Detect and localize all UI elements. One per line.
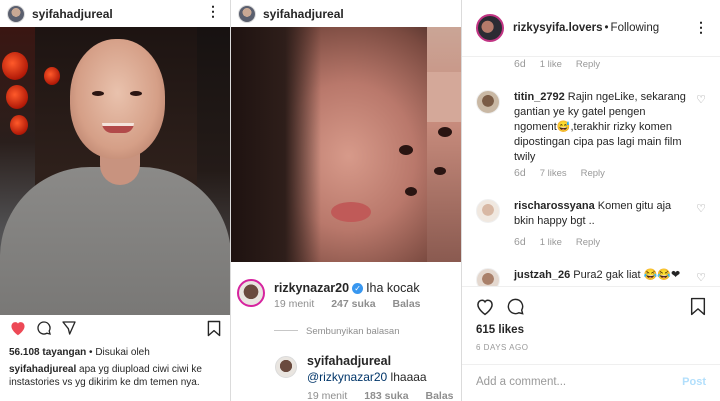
more-icon[interactable]: ⋮ (206, 4, 220, 18)
likes-count[interactable]: 615 likes (476, 324, 524, 336)
photo-face (70, 39, 165, 159)
heart-icon[interactable] (9, 320, 27, 336)
views-count: 56.108 tayangan • Disukai oleh (9, 347, 150, 358)
heart-icon[interactable] (475, 297, 495, 316)
photo-eye (438, 127, 452, 137)
comment-time: 19 menit (274, 298, 315, 310)
comment-text: justzah_26 Pura2 gak liat 😂😂❤ (514, 268, 689, 283)
post-button[interactable]: Post (682, 376, 706, 388)
comment-meta: 19 menit 247 suka Balas (274, 298, 421, 310)
post-header: syifahadjureal (231, 0, 461, 27)
verified-icon: ✓ (352, 283, 364, 294)
photo-eye (92, 91, 104, 96)
photo-eye (434, 167, 446, 175)
photo-strip-right-detail (427, 72, 461, 122)
reply-username[interactable]: syifahadjureal (307, 354, 427, 368)
post-photo[interactable] (231, 27, 461, 262)
comment-age: 6d (514, 58, 526, 70)
post-username[interactable]: syifahadjureal (263, 7, 344, 21)
reply-text: @rizkynazar20 lhaaaa (307, 370, 427, 384)
post-actions (9, 320, 221, 340)
reply-button[interactable]: Reply (576, 59, 600, 70)
comment-username[interactable]: titin_2792 (514, 91, 565, 103)
heart-icon[interactable]: ♡ (696, 93, 706, 106)
post-caption: syifahadjureal apa yg diupload ciwi ciwi… (9, 363, 224, 389)
comment-likes[interactable]: 247 suka (331, 298, 375, 310)
avatar[interactable] (275, 356, 297, 378)
flower-decoration (6, 85, 28, 109)
separator: • (604, 22, 609, 34)
more-icon[interactable]: ⋮ (694, 19, 708, 36)
post-username[interactable]: rizkysyifa.lovers (513, 22, 603, 34)
comment-username[interactable]: rischarossyana (514, 200, 595, 212)
heart-icon[interactable]: ♡ (696, 202, 706, 215)
hide-replies-button[interactable]: Sembunyikan balasan (274, 326, 399, 337)
post-timestamp: 6 DAYS AGO (476, 343, 529, 352)
avatar[interactable] (7, 4, 25, 23)
reply-time: 19 menit (307, 390, 348, 401)
post-panel-1: syifahadjureal ⋮ 56.108 tayangan • Disuk… (0, 0, 231, 401)
avatar[interactable] (476, 199, 500, 223)
photo-eye (405, 187, 417, 196)
comment-text: titin_2792 Rajin ngeLike, sekarang ganti… (514, 90, 689, 165)
reply-likes[interactable]: 183 suka (364, 390, 408, 401)
comment-age: 6d (514, 167, 526, 179)
post-panel-2: syifahadjureal rizkynazar20 ✓ Iha kocak 19… (231, 0, 462, 401)
comments-panel: rizkysyifa.lovers • Following ⋮ 6d 1 like… (462, 0, 720, 401)
flower-decoration (44, 67, 60, 85)
photo-eye (130, 91, 142, 96)
liked-by-text: • Disukai oleh (86, 347, 150, 358)
views-text: 56.108 tayangan (9, 347, 87, 358)
photo-strip-right (427, 27, 461, 262)
comment-username[interactable]: rizkynazar20 (274, 281, 349, 295)
avatar[interactable] (476, 90, 500, 114)
flower-decoration (2, 52, 28, 80)
following-button[interactable]: Following (611, 22, 660, 34)
reply-meta: 19 menit 183 suka Balas (307, 390, 454, 401)
avatar[interactable] (238, 4, 256, 23)
comment-text: rischarossyana Komen gitu aja bkin happy… (514, 199, 689, 229)
share-icon[interactable] (61, 320, 77, 336)
avatar[interactable] (237, 279, 265, 307)
photo-hair (231, 27, 321, 262)
reply-button[interactable]: Balas (426, 390, 454, 401)
post-username[interactable]: syifahadjureal (32, 7, 113, 21)
comment-username[interactable]: justzah_26 (514, 269, 570, 281)
heart-icon[interactable]: ♡ (696, 271, 706, 284)
divider (462, 364, 720, 365)
comment-meta: 6d 1 like Reply (514, 236, 600, 248)
reply-body: syifahadjureal @rizkynazar20 lhaaaa (307, 354, 427, 384)
post-photo[interactable] (0, 27, 230, 315)
bookmark-icon[interactable] (690, 297, 706, 316)
post-header: rizkysyifa.lovers • Following ⋮ (462, 0, 720, 57)
bookmark-icon[interactable] (207, 320, 221, 337)
comment-icon[interactable] (506, 297, 525, 316)
comment-text: Iha kocak (366, 281, 420, 295)
post-header: syifahadjureal ⋮ (0, 0, 230, 27)
avatar[interactable] (476, 14, 504, 42)
comment-body: rizkynazar20 ✓ Iha kocak (274, 279, 420, 297)
photo-smile (102, 123, 134, 133)
comment-likes[interactable]: 7 likes (540, 168, 567, 179)
caption-username[interactable]: syifahadjureal (9, 364, 76, 375)
comment-likes[interactable]: 1 like (540, 59, 562, 70)
flower-decoration (10, 115, 28, 135)
comment-icon[interactable] (36, 320, 52, 336)
comment-likes[interactable]: 1 like (540, 237, 562, 248)
photo-lips (331, 202, 371, 222)
comment-input[interactable]: Add a comment... (476, 376, 566, 388)
reply-button[interactable]: Reply (581, 168, 605, 179)
photo-eye (399, 145, 413, 155)
reply-button[interactable]: Balas (393, 298, 421, 310)
comment-age: 6d (514, 236, 526, 248)
mention-link[interactable]: @rizkynazar20 (307, 370, 387, 384)
comment-body: Pura2 gak liat 😂😂❤ (570, 269, 681, 281)
reply-text-body: lhaaaa (387, 370, 427, 384)
reply-button[interactable]: Reply (576, 237, 600, 248)
photo-shirt (0, 167, 230, 315)
comment-meta: 6d 7 likes Reply (514, 167, 605, 179)
comment-meta: 6d 1 like Reply (514, 58, 600, 70)
